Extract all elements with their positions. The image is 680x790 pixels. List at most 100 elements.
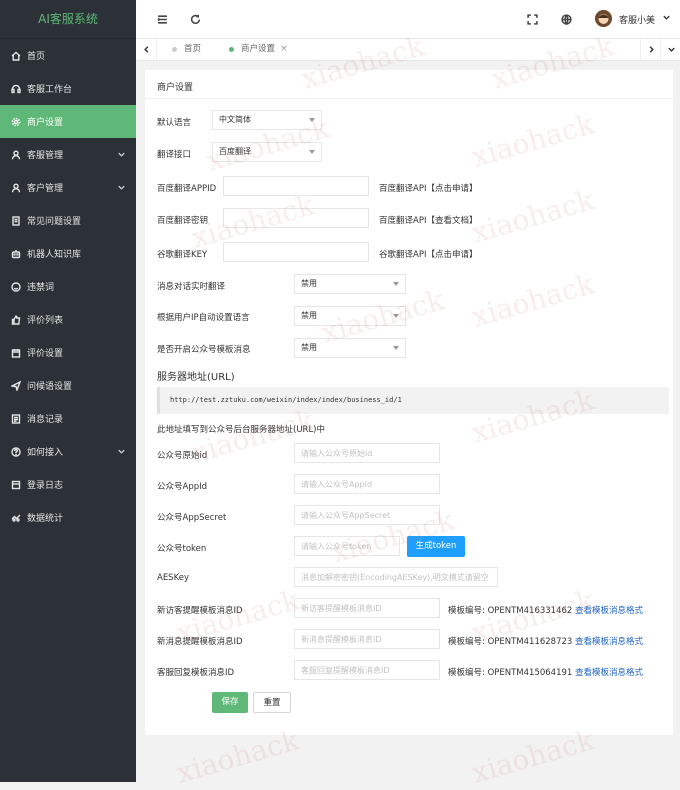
select-value: 禁用 bbox=[301, 343, 317, 352]
chart-icon bbox=[11, 513, 21, 523]
tab-bar: 首页 商户设置 × bbox=[136, 39, 680, 61]
panel-title: 商户设置 bbox=[157, 83, 194, 93]
tab-scroll-left-icon[interactable] bbox=[136, 39, 157, 60]
globe-icon[interactable] bbox=[559, 12, 573, 26]
document-icon bbox=[11, 215, 21, 226]
fullscreen-icon[interactable] bbox=[525, 12, 539, 26]
sidebar-item-label: 首页 bbox=[27, 52, 46, 62]
tab-label: 商户设置 bbox=[241, 44, 276, 54]
baidu-appid-input[interactable] bbox=[223, 176, 369, 196]
sidebar-item-greeting-settings[interactable]: 问候语设置 bbox=[0, 369, 136, 402]
sidebar-item-robot-kb[interactable]: 机器人知识库 bbox=[0, 237, 136, 270]
sidebar-item-how-to-integrate[interactable]: 如何接入 bbox=[0, 435, 136, 468]
send-icon bbox=[11, 380, 21, 391]
new-message-template-input[interactable] bbox=[294, 629, 440, 649]
baidu-key-input[interactable] bbox=[223, 208, 369, 228]
sidebar-item-label: 评价列表 bbox=[27, 316, 64, 326]
view-template-format-link[interactable]: 查看模板消息格式 bbox=[575, 668, 643, 678]
sidebar-item-review-settings[interactable]: 评价设置 bbox=[0, 336, 136, 369]
baidu-appid-label: 百度翻译APPID bbox=[157, 184, 217, 194]
tab-scroll-right-icon[interactable] bbox=[640, 39, 661, 60]
mp-appsecret-label: 公众号AppSecret bbox=[157, 513, 227, 523]
sidebar-item-customer-management[interactable]: 客户管理 bbox=[0, 171, 136, 204]
new-message-template-code: 模板编号: OPENTM411628723 查看模板消息格式 bbox=[448, 635, 643, 647]
view-template-format-link[interactable]: 查看模板消息格式 bbox=[575, 637, 643, 647]
sidebar-item-label: 常见问题设置 bbox=[27, 217, 82, 227]
sidebar-item-label: 机器人知识库 bbox=[27, 250, 82, 260]
google-key-input[interactable] bbox=[223, 242, 369, 262]
sidebar-item-banned-words[interactable]: 违禁词 bbox=[0, 270, 136, 303]
help-icon bbox=[11, 446, 21, 457]
server-url-hint: 此地址填写到公众号后台服务器地址(URL)中 bbox=[157, 425, 325, 435]
default-language-select[interactable]: 中文简体 bbox=[212, 110, 322, 130]
reset-button[interactable]: 重置 bbox=[253, 692, 291, 713]
mp-origin-id-label: 公众号原始id bbox=[157, 451, 208, 461]
refresh-icon[interactable] bbox=[188, 12, 202, 26]
sidebar-item-label: 商户设置 bbox=[27, 118, 64, 128]
mp-template-select[interactable]: 禁用 bbox=[294, 338, 406, 358]
chevron-down-icon bbox=[117, 150, 126, 162]
caret-down-icon bbox=[393, 314, 399, 318]
server-url-value: http://test.zztuku.com/weixin/index/inde… bbox=[157, 387, 669, 414]
sidebar-item-label: 数据统计 bbox=[27, 514, 64, 524]
sidebar-item-label: 违禁词 bbox=[27, 283, 55, 293]
select-value: 中文简体 bbox=[219, 115, 251, 124]
translate-api-select[interactable]: 百度翻译 bbox=[212, 142, 322, 162]
sidebar-item-login-log[interactable]: 登录日志 bbox=[0, 468, 136, 501]
merchant-settings-form: 商户设置 默认语言 中文简体 翻译接口 百度翻译 百度翻译APPID 百度翻译A… bbox=[145, 70, 673, 735]
baidu-key-hint-link[interactable]: 百度翻译API【查看文档】 bbox=[379, 214, 477, 226]
caret-down-icon bbox=[393, 282, 399, 286]
save-button[interactable]: 保存 bbox=[212, 692, 248, 713]
menu-toggle-icon[interactable] bbox=[155, 12, 169, 26]
aeskey-label: AESKey bbox=[157, 573, 189, 583]
generate-token-button[interactable]: 生成token bbox=[407, 536, 465, 557]
new-visitor-template-code: 模板编号: OPENTM416331462 查看模板消息格式 bbox=[448, 604, 643, 616]
sidebar-item-home[interactable]: 首页 bbox=[0, 39, 136, 72]
baidu-key-label: 百度翻译密钥 bbox=[157, 216, 209, 226]
select-value: 禁用 bbox=[301, 279, 317, 288]
chevron-down-icon[interactable] bbox=[662, 13, 671, 25]
view-template-format-link[interactable]: 查看模板消息格式 bbox=[575, 606, 643, 616]
tab-menu-chevron-icon[interactable] bbox=[660, 39, 680, 60]
user-icon bbox=[11, 183, 21, 193]
sidebar-item-workbench[interactable]: 客服工作台 bbox=[0, 72, 136, 105]
user-icon bbox=[11, 150, 21, 160]
thumbs-up-icon bbox=[11, 314, 21, 325]
aeskey-input[interactable] bbox=[294, 567, 498, 587]
sidebar-item-statistics[interactable]: 数据统计 bbox=[0, 501, 136, 534]
log-icon bbox=[11, 480, 21, 490]
mp-template-label: 是否开启公众号模板消息 bbox=[157, 345, 251, 355]
sidebar-item-faq[interactable]: 常见问题设置 bbox=[0, 204, 136, 237]
headset-icon bbox=[11, 84, 21, 94]
template-code-text: 模板编号: OPENTM416331462 bbox=[448, 606, 573, 616]
mp-token-input[interactable] bbox=[294, 536, 400, 556]
tab-home[interactable]: 首页 bbox=[172, 39, 201, 60]
realtime-translate-select[interactable]: 禁用 bbox=[294, 274, 406, 294]
user-name[interactable]: 客服小美 bbox=[619, 13, 655, 26]
mp-token-label: 公众号token bbox=[157, 544, 207, 554]
sidebar-item-merchant-settings[interactable]: 商户设置 bbox=[0, 105, 136, 138]
sidebar-item-label: 客服管理 bbox=[27, 151, 64, 161]
sidebar-item-label: 登录日志 bbox=[27, 481, 64, 491]
sidebar-item-agent-management[interactable]: 客服管理 bbox=[0, 138, 136, 171]
tab-dot bbox=[229, 47, 234, 52]
server-url-label: 服务器地址(URL) bbox=[157, 372, 235, 383]
sidebar: AI客服系统 首页 客服工作台 商户设置 客服管理 客户管理 常见问题设置 机器… bbox=[0, 0, 136, 782]
mp-appid-input[interactable] bbox=[294, 474, 440, 494]
baidu-appid-hint-link[interactable]: 百度翻译API【点击申请】 bbox=[379, 182, 477, 194]
avatar[interactable] bbox=[595, 10, 612, 27]
mp-origin-id-input[interactable] bbox=[294, 443, 440, 463]
ip-language-select[interactable]: 禁用 bbox=[294, 306, 406, 326]
sidebar-item-review-list[interactable]: 评价列表 bbox=[0, 303, 136, 336]
tab-merchant-settings[interactable]: 商户设置 × bbox=[229, 39, 288, 60]
close-icon[interactable]: × bbox=[280, 39, 288, 60]
mp-appsecret-input[interactable] bbox=[294, 505, 440, 525]
list-icon bbox=[11, 413, 21, 424]
face-icon bbox=[11, 281, 21, 292]
reply-template-input[interactable] bbox=[294, 660, 440, 680]
divider bbox=[145, 98, 673, 99]
sidebar-item-message-log[interactable]: 消息记录 bbox=[0, 402, 136, 435]
default-language-label: 默认语言 bbox=[157, 118, 192, 128]
google-key-hint-link[interactable]: 谷歌翻译API【点击申请】 bbox=[379, 248, 477, 260]
new-visitor-template-input[interactable] bbox=[294, 598, 440, 618]
